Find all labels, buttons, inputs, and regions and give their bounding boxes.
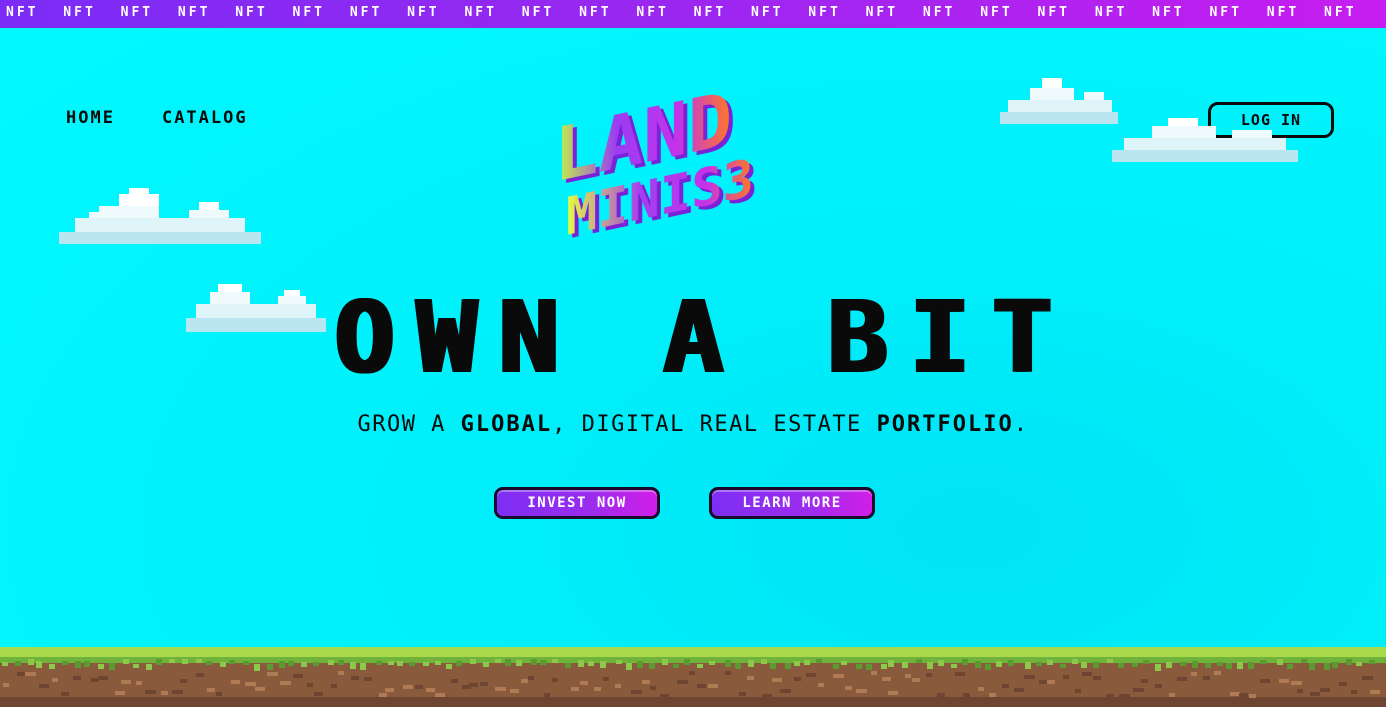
- cloud-right-top: [1000, 78, 1118, 124]
- hero-subtitle: GROW A GLOBAL, DIGITAL REAL ESTATE PORTF…: [0, 412, 1386, 437]
- cloud-left-large: [59, 188, 261, 244]
- landminis3-logo[interactable]: LAND LAND MINIS3 MINIS3: [552, 86, 822, 241]
- hero-title: OWN A BIT: [334, 279, 1074, 396]
- main-nav: HOME CATALOG: [66, 108, 248, 128]
- nav-catalog-link[interactable]: CATALOG: [162, 108, 248, 128]
- subtitle-text-1: GROW A: [357, 412, 461, 437]
- pixel-ground: [0, 647, 1386, 707]
- subtitle-text-3: .: [1013, 412, 1029, 437]
- marquee-text: NFT NFT NFT NFT NFT NFT NFT NFT NFT NFT …: [6, 5, 1357, 20]
- invest-now-button[interactable]: INVEST NOW: [494, 487, 660, 519]
- subtitle-text-2: , DIGITAL REAL ESTATE: [552, 412, 877, 437]
- cloud-right-bottom: [1112, 118, 1298, 162]
- nft-marquee-bar: NFT NFT NFT NFT NFT NFT NFT NFT NFT NFT …: [0, 0, 1386, 28]
- subtitle-emphasis-global: GLOBAL: [460, 412, 553, 437]
- nav-home-link[interactable]: HOME: [66, 108, 115, 128]
- subtitle-emphasis-portfolio: PORTFOLIO: [876, 412, 1014, 437]
- learn-more-button[interactable]: LEARN MORE: [709, 487, 875, 519]
